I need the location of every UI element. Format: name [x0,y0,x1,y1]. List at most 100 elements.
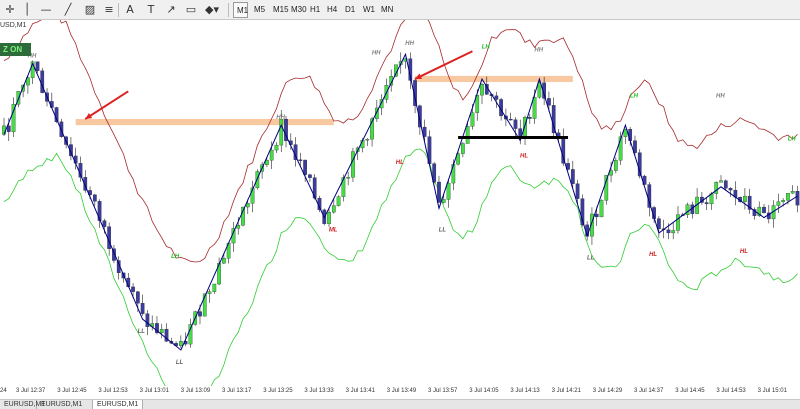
bear-candle [795,191,800,206]
timeframe-m15-button[interactable]: M15 [270,2,289,18]
zigzag-line [3,52,798,351]
timeframe-h4-button[interactable]: H4 [324,2,339,18]
rectangle-icon[interactable]: ▭ [183,2,199,18]
chart-symbol-label: USD,M1 [0,22,27,29]
swing-label-hh: HH [372,50,381,56]
swing-label-lh: LH [788,137,797,143]
bear-candle [594,213,599,218]
crosshair-icon[interactable]: ✛ [2,2,18,18]
bull-candle [188,324,193,345]
bull-candle [743,195,747,202]
time-axis-label: 3 Jul 13:57 [428,388,458,394]
bull-candle [346,177,351,179]
timeframe-m1-button[interactable]: M1 [233,2,248,18]
bull-candle [599,200,604,218]
bear-candle [145,313,150,327]
time-axis-label: 3 Jul 12:45 [57,388,87,394]
bull-candle [351,151,355,178]
price-chart[interactable]: HHLLLHLLHHMLHHHLHHLLLHHLHHLLLHHLHHHLLH [0,20,800,386]
channel-icon[interactable]: ▨ [82,2,98,18]
time-axis-label: 3 Jul 13:25 [263,388,293,394]
chart-tab[interactable]: EURUSD,M1 [0,400,45,409]
bull-candle [236,224,241,229]
bull-candle [685,204,690,215]
swing-label-hh: HH [534,47,543,53]
time-axis-label: 3 Jul 13:33 [304,388,334,394]
text-icon[interactable]: A [122,2,138,18]
bull-candle [465,126,470,144]
bear-candle [513,119,518,129]
bull-candle [274,144,279,151]
bull-candle [336,196,341,206]
bull-candle [781,200,785,202]
swing-label-hh: HH [276,115,285,121]
bear-candle [102,220,107,227]
bear-candle [308,174,312,178]
bear-candle [298,159,303,161]
bear-candle [303,159,307,175]
bear-candle [140,303,145,314]
time-axis-label: 3 Jul 12:37 [16,388,46,394]
chart-tab[interactable]: EURUSD,M1 [93,400,143,409]
bear-candle [198,311,202,317]
time-axis-label: 3 Jul 15:01 [757,388,787,394]
horizontal-line-icon[interactable]: — [38,2,54,18]
time-axis-label: 3 Jul 14:05 [469,388,499,394]
time-axis-label: 3 Jul 13:17 [222,388,252,394]
shapes-menu-icon[interactable]: ◆▾ [204,2,220,18]
swing-label-lh: LH [482,44,491,50]
bear-candle [762,206,766,214]
bull-candle [446,182,451,200]
swing-label-hh: HH [405,41,414,47]
swing-label-ll: LL [138,329,146,335]
bear-candle [657,218,661,229]
time-axis-label: 3 Jul 13:01 [139,388,169,394]
time-axis-label: 3 Jul 13:41 [345,388,375,394]
vertical-line-icon[interactable]: │ [19,2,35,18]
bear-candle [728,188,733,191]
swing-label-hl: HL [740,249,748,255]
time-axis-label: 3 Jul 14:29 [592,388,623,394]
bull-candle [676,214,680,231]
bear-candle [723,180,728,189]
bear-candle [547,98,551,106]
text-label-icon[interactable]: T [143,2,159,18]
timeframe-h1-button[interactable]: H1 [307,2,322,18]
bull-candle [461,143,465,154]
bear-candle [556,132,561,137]
bull-candle [212,283,217,292]
bear-candle [704,202,709,205]
bull-candle [207,291,212,294]
bear-candle [35,61,40,71]
trendline-icon[interactable]: ╱ [60,2,76,18]
chart-tab-bar: EURUSD,M1 EURUSD,M1 EURUSD,M1 [0,399,800,409]
lower-envelope-line [3,148,798,386]
toolbar-separator [118,3,119,17]
zigzag-status-badge: Z ON [0,43,31,56]
swing-label-ll: LL [176,360,184,366]
bull-candle [613,160,618,171]
bull-candle [365,139,370,141]
time-axis-label: 3 Jul 14:53 [716,388,746,394]
swing-label-hl: HL [520,154,528,160]
bear-candle [508,118,513,121]
time-axis-label: 3 Jul 12:53 [98,388,128,394]
timeframe-d1-button[interactable]: D1 [342,2,357,18]
time-axis-label: 3 Jul 14:21 [551,388,581,394]
arrow-object-icon[interactable]: ↗ [163,2,179,18]
bear-candle [97,201,102,221]
chart-tab[interactable]: EURUSD,M1 [37,400,93,409]
timeframe-w1-button[interactable]: W1 [360,2,375,18]
timeframe-mn-button[interactable]: MN [378,2,395,18]
bull-candle [269,149,274,161]
bull-candle [331,205,336,213]
bear-candle [437,181,441,203]
resistance-zone [75,119,334,126]
timeframe-m5-button[interactable]: M5 [251,2,268,18]
time-axis-label: 3 Jul 13:09 [180,388,211,394]
fibonacci-icon[interactable]: ≡ [101,2,117,18]
bull-candle [441,199,446,203]
bear-candle [131,286,135,292]
bull-candle [537,82,542,98]
timeframe-m30-button[interactable]: M30 [288,2,307,18]
